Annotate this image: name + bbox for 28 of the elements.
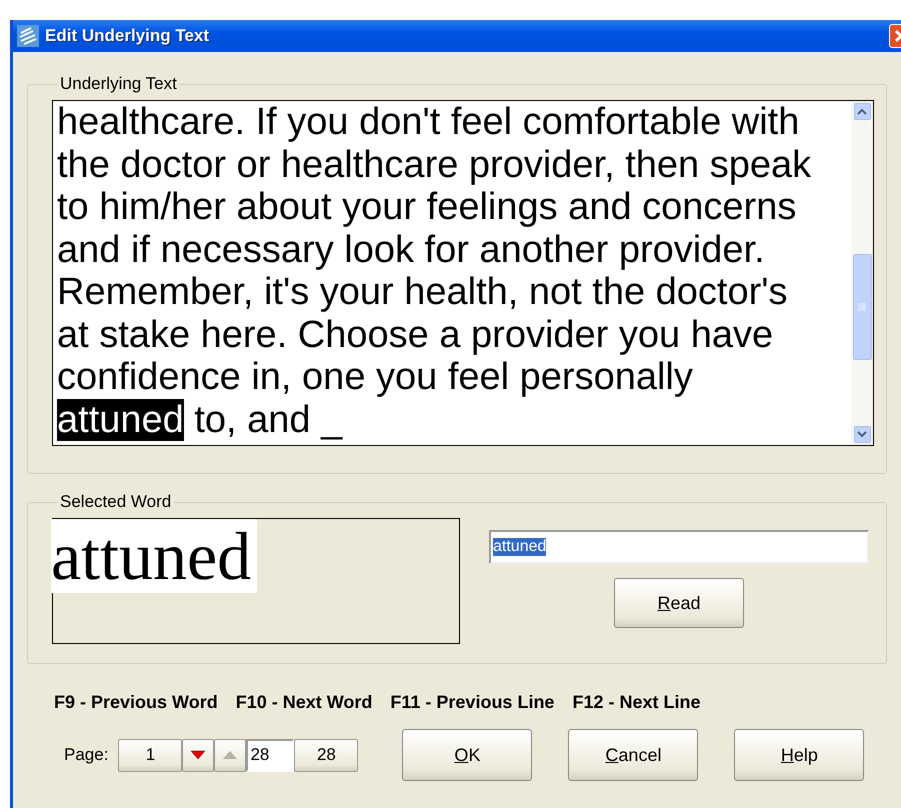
word-image-text: attuned xyxy=(51,519,258,593)
scrollbar[interactable] xyxy=(851,101,873,445)
read-button[interactable]: Read xyxy=(614,578,744,628)
scroll-down-button[interactable] xyxy=(854,426,870,443)
down-arrow-button[interactable] xyxy=(182,738,214,772)
scroll-thumb[interactable] xyxy=(852,254,872,360)
dialog-button[interactable]: OK xyxy=(402,729,532,781)
last-page-button[interactable]: 28 xyxy=(294,738,358,772)
shortcut-hint: F10 - Next Word xyxy=(236,692,372,713)
chevron-up-icon xyxy=(857,108,867,115)
shortcut-hint: F12 - Next Line xyxy=(572,692,700,713)
triangle-up-icon xyxy=(222,749,238,761)
page-label: Page: xyxy=(64,745,108,765)
word-field[interactable]: attuned xyxy=(489,530,869,564)
chevron-down-icon xyxy=(857,431,867,438)
first-page-button[interactable]: 1 xyxy=(118,738,182,772)
scroll-up-button[interactable] xyxy=(854,103,870,120)
triangle-down-icon xyxy=(190,749,206,761)
shortcut-hint: F11 - Previous Line xyxy=(390,692,554,713)
group-label: Underlying Text xyxy=(59,74,178,94)
dialog-button[interactable]: Cancel xyxy=(568,729,698,781)
dialog-button[interactable]: Help xyxy=(734,729,864,781)
window-title: Edit Underlying Text xyxy=(45,26,210,46)
app-icon xyxy=(17,25,39,47)
page-field[interactable]: 28 xyxy=(246,738,294,772)
text-content: healthcare. If you don't feel comfortable with the doctor or healthcare provider, then speak to him/her about your feelings and concerns and if necessary look for another provider. Remember, it's your health, not the doctor's at stake here. Choose a provider you have confidence in, one you feel personally attuned to, and _ xyxy=(56,101,812,442)
shortcut-hint: F9 - Previous Word xyxy=(54,692,218,713)
group-label: Selected Word xyxy=(59,492,172,512)
